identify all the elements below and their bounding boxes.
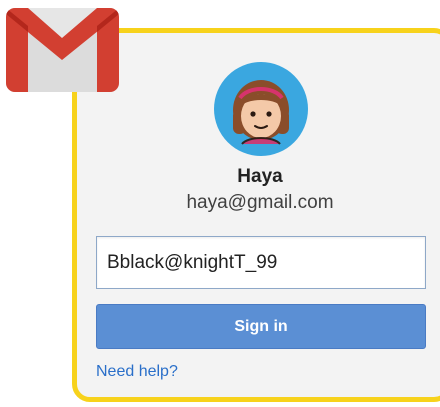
signin-button[interactable]: Sign in [96,304,426,349]
password-field[interactable]: Bblack@knightT_99 [96,236,426,289]
account-email: haya@gmail.com [186,192,334,213]
gmail-logo-icon [6,8,119,92]
account-name: Haya [237,166,283,187]
signin-button-label: Sign in [234,317,288,335]
user-avatar-icon [214,62,308,156]
password-field-value: Bblack@knightT_99 [107,251,278,273]
gmail-signin-screen: Haya haya@gmail.com Bblack@knightT_99 Si… [0,0,440,407]
need-help-link[interactable]: Need help? [96,363,178,381]
